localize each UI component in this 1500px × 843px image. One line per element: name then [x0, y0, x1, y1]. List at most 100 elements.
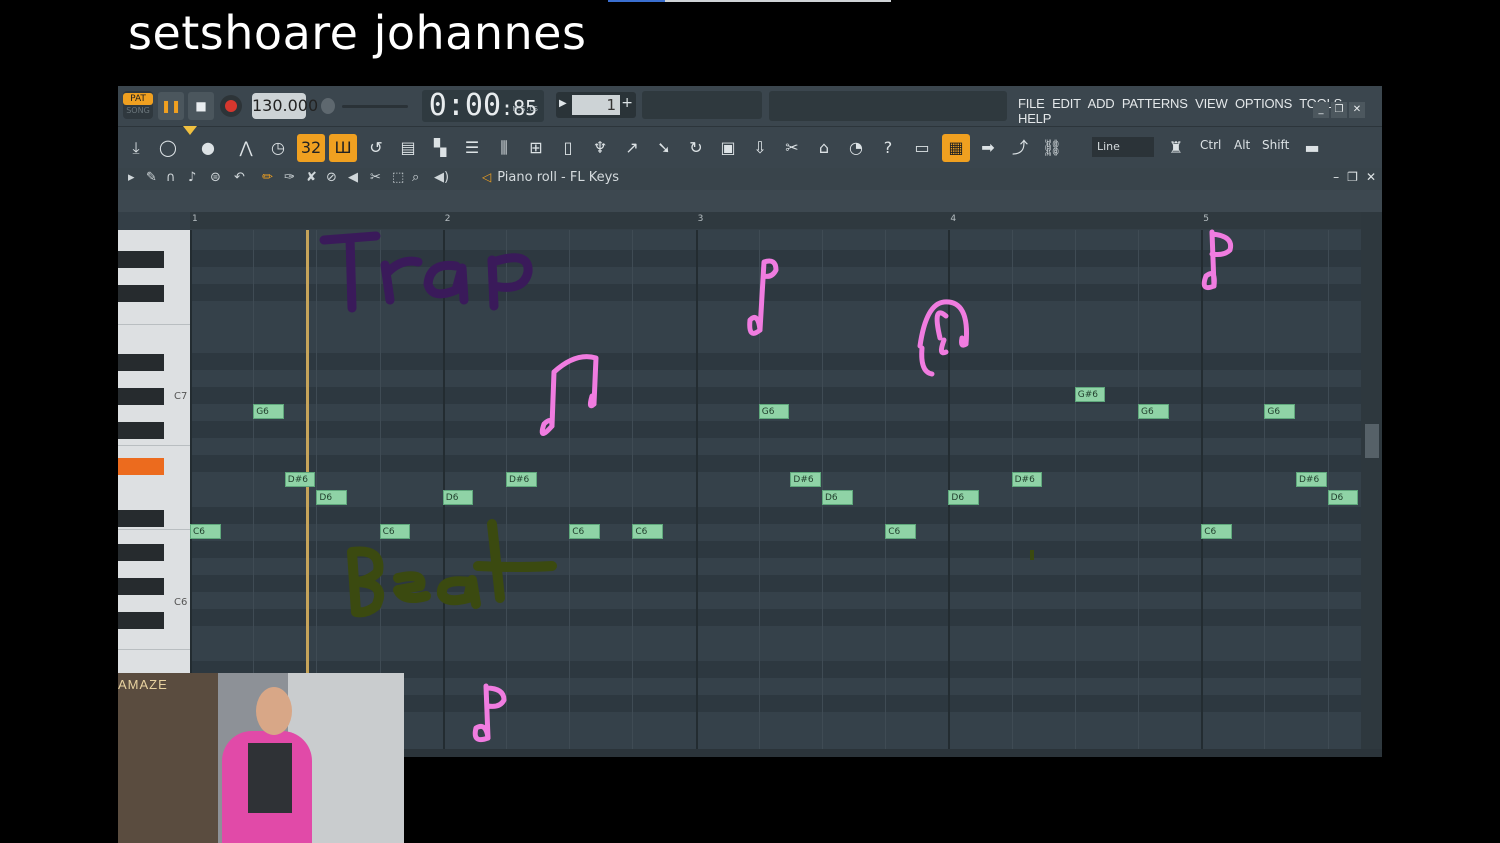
browser-icon[interactable]: ⊞	[522, 134, 550, 162]
mixer-icon[interactable]: ⫼	[490, 134, 518, 162]
select-icon[interactable]: ⬚	[392, 170, 404, 185]
send-icon[interactable]: ➘	[650, 134, 678, 162]
channel-rack-icon[interactable]: ☰	[458, 134, 486, 162]
ctrl-toggle[interactable]: Ctrl	[1200, 138, 1221, 152]
undo-small-icon[interactable]: ↶	[234, 170, 245, 185]
arrow-right-icon[interactable]: ➡	[974, 134, 1002, 162]
plugin-icon[interactable]: ♆	[586, 134, 614, 162]
shift-toggle[interactable]: Shift	[1262, 138, 1289, 152]
note-grid[interactable]: C6 G6 D#6 D6 C6 D6 D#6 C6 C6 G6 D#6 D6 C6 D6 D#6 G#6 G6 C…	[190, 230, 1361, 749]
note-block[interactable]: C6	[1201, 523, 1232, 539]
note-block[interactable]: G6	[1138, 404, 1169, 419]
note-icon[interactable]: ♪	[188, 170, 196, 185]
menu-view[interactable]: VIEW	[1195, 96, 1228, 111]
piano-black-key[interactable]	[118, 251, 164, 269]
menu-edit[interactable]: EDIT	[1052, 96, 1081, 111]
magnet-icon[interactable]: ∩	[166, 170, 176, 185]
piano-roll-icon[interactable]: ▚	[426, 134, 454, 162]
tempo-display[interactable]: 130.000	[252, 93, 318, 119]
piano-black-key[interactable]	[118, 387, 164, 405]
slice-icon[interactable]: ✂	[370, 170, 381, 185]
master-pitch-knob[interactable]	[321, 98, 335, 114]
chord-icon[interactable]: ⊜	[210, 170, 221, 185]
menu-patterns[interactable]: PATTERNS	[1122, 96, 1188, 111]
microphone-icon[interactable]: ⌂	[810, 134, 838, 162]
pr-minimize-icon[interactable]: –	[1333, 170, 1339, 184]
snap-selector[interactable]: Line	[1092, 137, 1154, 157]
note-block[interactable]: D6	[822, 489, 853, 505]
project-icon[interactable]: ▯	[554, 134, 582, 162]
pattern-selector[interactable]: ▶ 1 +	[556, 92, 636, 118]
pause-button[interactable]: ❚❚	[158, 92, 184, 120]
note-block[interactable]: C6	[379, 523, 411, 539]
menu-add[interactable]: ADD	[1088, 96, 1115, 111]
undo-icon[interactable]: ↻	[682, 134, 710, 162]
pr-restore-icon[interactable]: ❐	[1347, 170, 1358, 184]
piano-keys-icon[interactable]: ▦	[942, 134, 970, 162]
note-block[interactable]: D6	[316, 489, 347, 505]
note-block[interactable]: G#6	[1074, 386, 1106, 402]
detached-icon[interactable]: ▭	[908, 134, 936, 162]
cut-icon[interactable]: ✂	[778, 134, 806, 162]
piano-black-key[interactable]	[118, 578, 164, 595]
note-block[interactable]: D6	[1327, 489, 1359, 505]
note-block[interactable]: D#6	[1011, 472, 1043, 488]
note-block[interactable]: D#6	[506, 472, 537, 488]
note-block[interactable]: D#6	[1296, 472, 1327, 488]
piano-roll-title[interactable]: Piano roll - FL Keys	[482, 170, 619, 185]
note-block[interactable]: D#6	[790, 472, 821, 488]
metronome-icon[interactable]: ◷	[264, 134, 292, 162]
link-icon[interactable]: ⛓	[1038, 134, 1066, 162]
video-progress-bar[interactable]	[608, 0, 891, 2]
zoom-icon[interactable]: ⌕	[412, 170, 419, 185]
download-icon[interactable]: ⤓	[122, 134, 150, 162]
stop-button[interactable]: ■	[188, 92, 214, 120]
piano-black-key[interactable]	[118, 543, 164, 561]
note-block[interactable]: G6	[253, 404, 284, 419]
typing-keyboard-icon[interactable]: ⋀	[232, 134, 260, 162]
pattern-overview-strip[interactable]	[118, 190, 1382, 212]
note-block[interactable]: C6	[885, 523, 916, 539]
vertical-scrollbar[interactable]	[1361, 212, 1382, 749]
piano-key-highlighted[interactable]	[118, 458, 164, 476]
playlist-icon[interactable]: ▤	[394, 134, 422, 162]
piano-black-key[interactable]	[118, 422, 164, 440]
close-icon[interactable]: ✕	[1349, 102, 1365, 118]
pr-close-icon[interactable]: ✕	[1366, 170, 1376, 184]
time-display[interactable]: 0:00:85 M:S:CS	[422, 90, 544, 122]
speaker-mute-icon[interactable]: ◀	[348, 170, 358, 185]
note-block[interactable]: G6	[758, 404, 790, 419]
render-icon[interactable]: ⇩	[746, 134, 774, 162]
tuner-icon[interactable]: ↗	[618, 134, 646, 162]
note-block[interactable]: D6	[948, 489, 979, 505]
playback-icon[interactable]: ◀)	[434, 170, 449, 185]
scroll-thumb[interactable]	[1365, 424, 1379, 458]
pattern-song-toggle[interactable]: PAT SONG	[123, 91, 153, 119]
record-button[interactable]	[220, 95, 242, 117]
keyboard-layout-icon[interactable]: ▬	[1298, 134, 1326, 162]
master-volume-slider[interactable]	[342, 105, 408, 108]
menu-help[interactable]: HELP	[1018, 111, 1051, 126]
slide-icon[interactable]: ⤴	[1006, 134, 1034, 162]
timeline-ruler[interactable]: 1 2 3 4 5	[190, 212, 1361, 229]
note-block[interactable]: G6	[1264, 404, 1295, 419]
menu-options[interactable]: OPTIONS	[1235, 96, 1292, 111]
minimize-icon[interactable]: _	[1313, 102, 1329, 118]
plus-icon[interactable]: +	[621, 95, 633, 111]
playhead-marker[interactable]	[183, 126, 197, 135]
help-icon[interactable]: ?	[874, 134, 902, 162]
piano-black-key[interactable]	[118, 353, 164, 371]
piano-black-key[interactable]	[118, 285, 164, 303]
brush-icon[interactable]: ✑	[284, 170, 295, 185]
pencil-icon[interactable]: ✏	[262, 170, 273, 185]
note-block[interactable]: C6	[632, 523, 663, 539]
master-knob-icon[interactable]: ●	[194, 134, 222, 162]
loop-record-icon[interactable]: ↺	[362, 134, 390, 162]
wait-for-input-icon[interactable]: Ш	[329, 134, 357, 162]
alt-toggle[interactable]: Alt	[1234, 138, 1250, 152]
chat-icon[interactable]: ◔	[842, 134, 870, 162]
menu-file[interactable]: FILE	[1018, 96, 1045, 111]
piano-black-key[interactable]	[118, 612, 164, 630]
note-block[interactable]: C6	[190, 523, 221, 539]
countdown-icon[interactable]: 32	[297, 134, 325, 162]
